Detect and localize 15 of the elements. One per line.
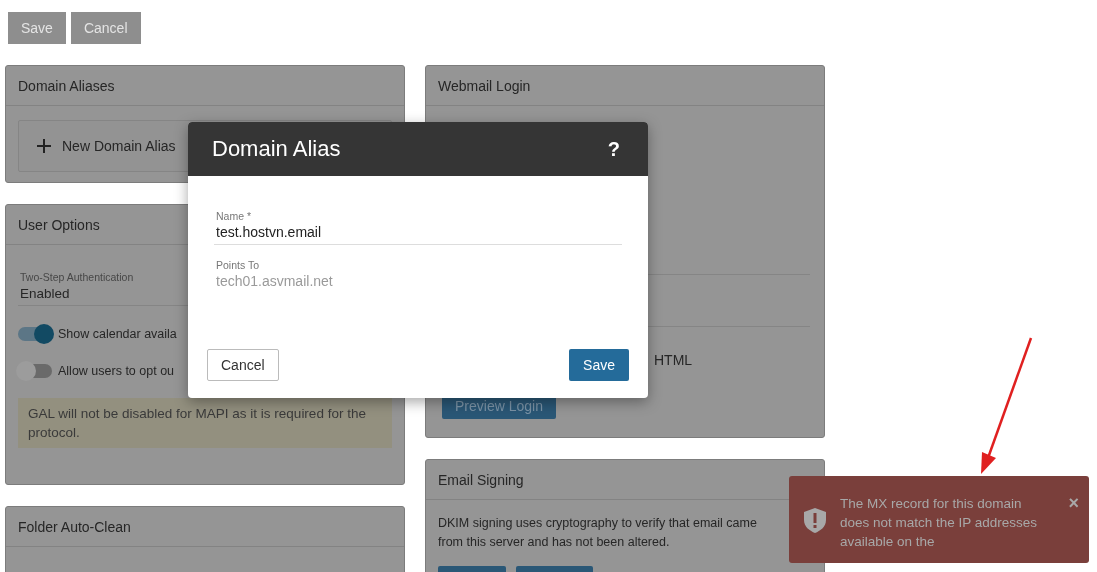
dialog-title: Domain Alias (212, 136, 341, 162)
card-title: Folder Auto-Clean (18, 518, 131, 535)
description-text: DKIM signing uses cryptography to verify that email came from this server and has not been altered. (438, 515, 758, 551)
info-note: GAL will not be disabled for MAPI as it is required for the protocol. (18, 398, 392, 448)
toast-message: The MX record for this domain does not match the IP addresses available on the (840, 495, 1039, 551)
field-value: Enabled (20, 286, 70, 301)
card-title: Email Signing (438, 471, 524, 488)
option-text: HTML (654, 352, 693, 368)
points-to-field: Points To tech01.asvmail.net (214, 251, 622, 293)
field-label: Two-Step Authentication (20, 271, 134, 283)
card-title: User Options (18, 216, 100, 233)
card-title: Domain Aliases (18, 77, 115, 94)
toggle-label: Allow users to opt ou (58, 364, 175, 378)
card-title: Webmail Login (438, 77, 531, 94)
toggle-label: Show calendar availa (58, 327, 177, 341)
